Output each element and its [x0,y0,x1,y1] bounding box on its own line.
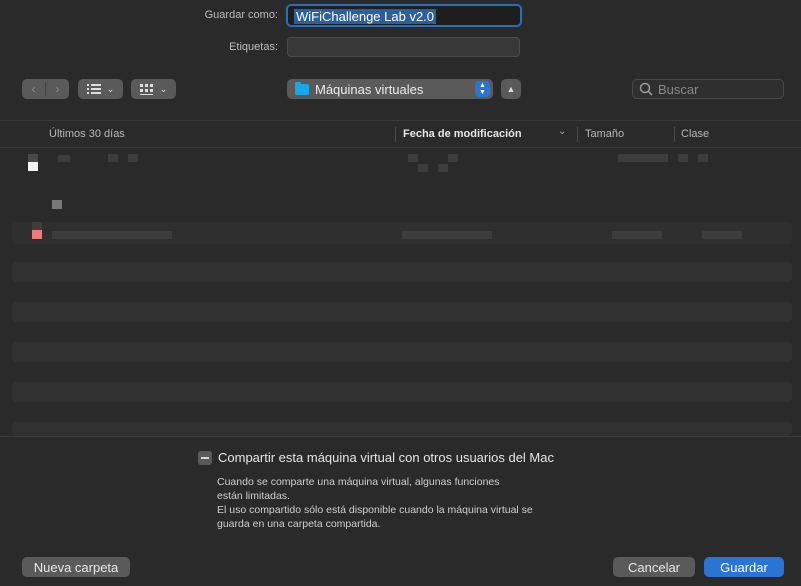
blurred-text [108,154,118,162]
cancel-button[interactable]: Cancelar [613,557,695,577]
blurred-text [52,231,172,239]
list-view-icon [86,84,101,94]
share-info-line: El uso compartido sólo está disponible c… [217,504,533,516]
list-item[interactable] [28,154,38,162]
folder-icon [295,81,309,95]
chevron-up-icon: ▲ [506,84,516,94]
blurred-icon [52,200,62,209]
share-info-line: están limitadas. [217,490,290,502]
collapse-button[interactable]: ▲ [501,79,521,99]
column-header: Últimos 30 días Fecha de modificación ⌄ … [0,120,801,148]
chevron-down-icon: ⌄ [159,83,168,94]
grid-view-icon [139,83,153,95]
tags-input[interactable] [287,37,520,57]
list-view-button[interactable]: ⌄ [78,79,123,99]
share-checkbox-label[interactable]: Compartir esta máquina virtual con otros… [218,450,554,465]
share-checkbox[interactable] [198,451,212,465]
blurred-text [418,164,428,172]
blurred-text [58,155,70,162]
blurred-text [448,154,458,162]
table-row [12,262,792,282]
save-as-label: Guardar como: [204,9,278,21]
column-size[interactable]: Tamaño [585,128,624,140]
file-icon [32,230,42,239]
column-separator [674,127,675,142]
blurred-text [408,154,418,162]
blurred-text [678,154,688,162]
chevron-right-icon: › [55,82,60,96]
location-popup[interactable]: Máquinas virtuales ▲ ▼ [287,79,493,99]
table-row [12,302,792,322]
column-kind[interactable]: Clase [681,128,709,140]
search-placeholder: Buscar [658,81,699,97]
blurred-text [698,154,708,162]
back-button[interactable]: ‹ [22,79,45,99]
table-row [12,382,792,402]
share-info: Cuando se comparte una máquina virtual, … [217,475,597,531]
blurred-text [702,231,742,239]
blurred-text [402,231,492,239]
table-row [12,342,792,362]
save-as-value[interactable]: WiFiChallenge Lab v2.0 [294,9,437,24]
share-info-line: Cuando se comparte una máquina virtual, … [217,476,500,488]
divider [0,436,801,437]
blurred-text [128,154,138,162]
column-name[interactable]: Últimos 30 días [49,128,125,140]
save-button[interactable]: Guardar [704,557,784,577]
column-separator [395,127,396,142]
file-list[interactable] [0,148,801,436]
tags-label: Etiquetas: [229,41,278,53]
blurred-text [438,164,448,172]
file-icon [28,162,38,171]
grid-view-button[interactable]: ⌄ [131,79,176,99]
forward-button[interactable]: › [46,79,69,99]
back-forward-control: ‹ › [22,79,69,99]
column-separator [577,127,578,142]
checkbox-mixed-icon [201,457,209,459]
share-info-line: guarda en una carpeta compartida. [217,518,381,530]
blurred-text [618,154,668,162]
table-row [12,422,792,436]
location-label: Máquinas virtuales [315,81,424,97]
chevron-left-icon: ‹ [31,82,36,96]
column-date[interactable]: Fecha de modificación [403,128,522,140]
search-input[interactable]: Buscar [632,79,784,99]
sort-chevron-icon[interactable]: ⌄ [558,126,566,137]
blurred-text [612,231,662,239]
search-icon [639,82,653,96]
popup-stepper-icon: ▲ ▼ [475,81,490,97]
save-as-input[interactable]: WiFiChallenge Lab v2.0 [286,4,522,27]
new-folder-button[interactable]: Nueva carpeta [22,557,130,577]
blurred-text [32,222,42,230]
chevron-down-icon: ⌄ [106,83,115,94]
